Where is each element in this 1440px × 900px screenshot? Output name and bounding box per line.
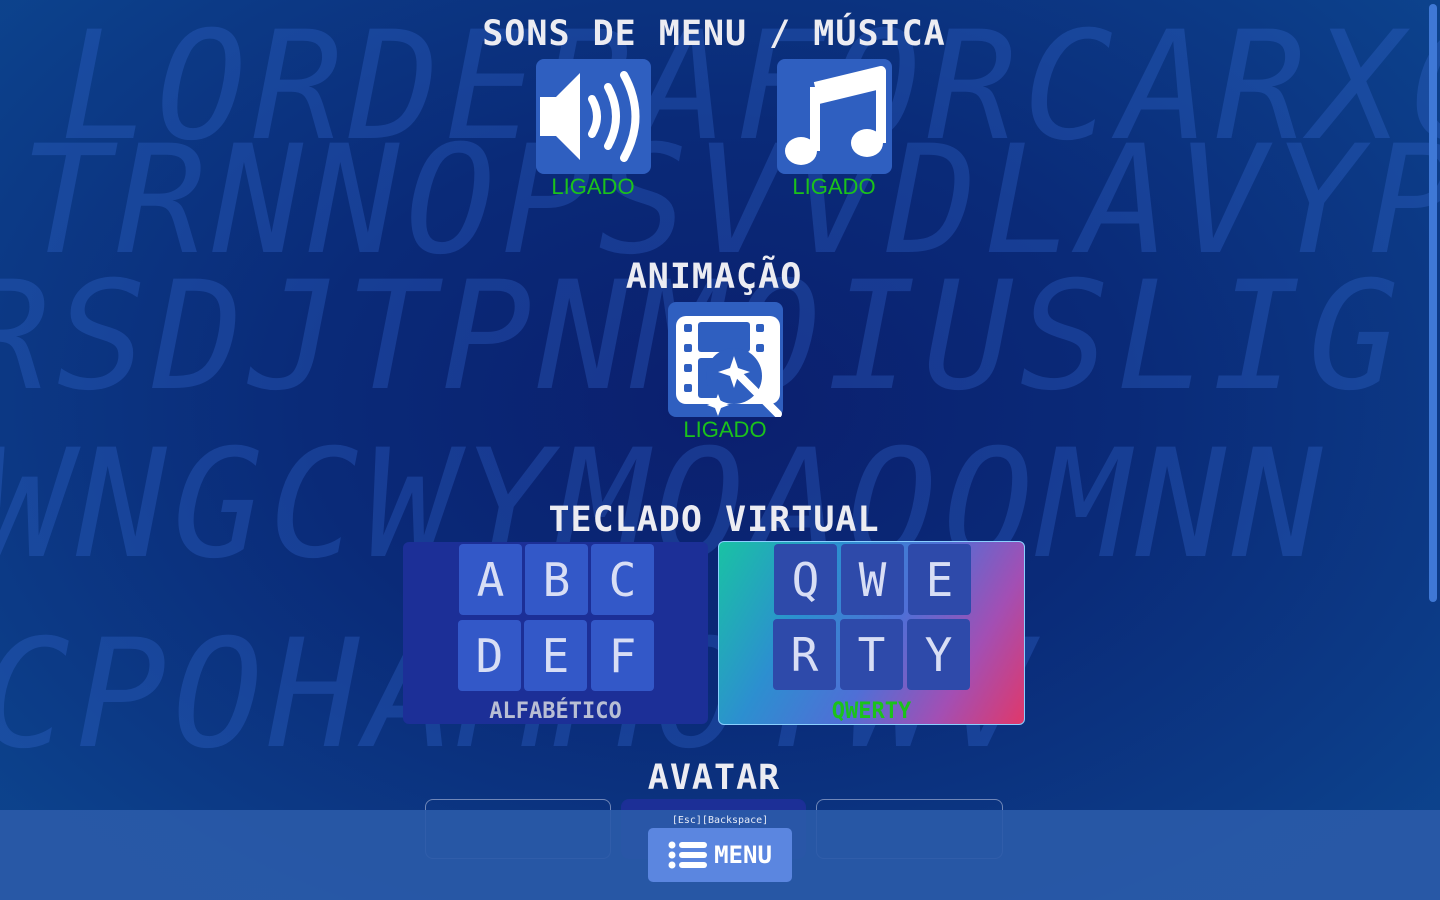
keyboard-option-label: ALFABÉTICO <box>489 699 622 724</box>
music-status: LIGADO <box>792 174 876 199</box>
list-icon <box>668 841 708 869</box>
key-tile: B <box>525 544 588 615</box>
menu-sounds-toggle[interactable] <box>536 59 651 174</box>
key-tile: Y <box>907 619 970 690</box>
menu-button[interactable]: MENU <box>648 828 792 882</box>
keyboard-hint: [Esc][Backspace] <box>671 815 769 826</box>
key-tile: Q <box>774 544 837 615</box>
keyboard-option-qwerty[interactable]: Q W E R T Y QWERTY <box>718 541 1025 725</box>
animation-status: LIGADO <box>683 417 767 442</box>
animation-section-title: ANIMAÇÃO <box>625 257 803 297</box>
key-tile: C <box>591 544 654 615</box>
speaker-icon <box>540 71 640 162</box>
keyboard-option-alphabetic[interactable]: A B C D E F ALFABÉTICO <box>403 542 708 724</box>
key-tile: T <box>840 619 903 690</box>
music-note-icon <box>785 66 886 165</box>
scrollbar[interactable] <box>1426 0 1440 810</box>
avatar-section-title: AVATAR <box>647 758 781 798</box>
keyboard-section-title: TECLADO VIRTUAL <box>548 500 880 540</box>
key-tile: D <box>458 620 521 691</box>
animation-toggle[interactable] <box>668 302 783 417</box>
key-tile: A <box>459 544 522 615</box>
key-tile: E <box>524 620 587 691</box>
key-tile: E <box>908 544 971 615</box>
film-magic-wand-icon <box>676 316 782 417</box>
keyboard-option-label: QWERTY <box>831 699 912 724</box>
key-tile: F <box>591 620 654 691</box>
menu-button-label: MENU <box>714 841 772 869</box>
music-toggle[interactable] <box>777 59 892 174</box>
scrollbar-thumb[interactable] <box>1429 4 1437 602</box>
sounds-section-title: SONS DE MENU / MÚSICA <box>482 14 946 54</box>
key-tile: R <box>773 619 836 690</box>
key-tile: W <box>841 544 904 615</box>
menu-sounds-status: LIGADO <box>551 174 635 199</box>
